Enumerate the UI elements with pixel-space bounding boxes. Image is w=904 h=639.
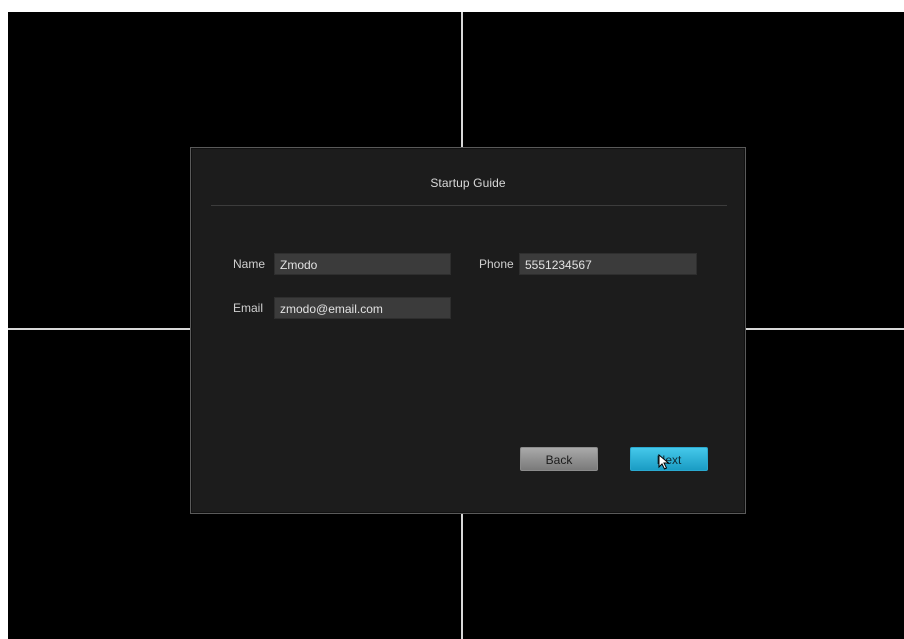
dialog-title: Startup Guide: [430, 176, 506, 190]
email-label: Email: [233, 301, 264, 315]
name-label: Name: [233, 257, 266, 271]
back-button[interactable]: Back: [520, 447, 598, 471]
name-field[interactable]: Zmodo: [274, 253, 451, 275]
camera-grid-screen: Startup Guide Name Zmodo Phone 555123456…: [8, 12, 904, 639]
mouse-pointer-icon: [658, 454, 670, 470]
phone-field[interactable]: 5551234567: [519, 253, 697, 275]
email-field[interactable]: zmodo@email.com: [274, 297, 451, 319]
phone-label: Phone: [479, 257, 514, 271]
title-divider: [211, 205, 727, 206]
